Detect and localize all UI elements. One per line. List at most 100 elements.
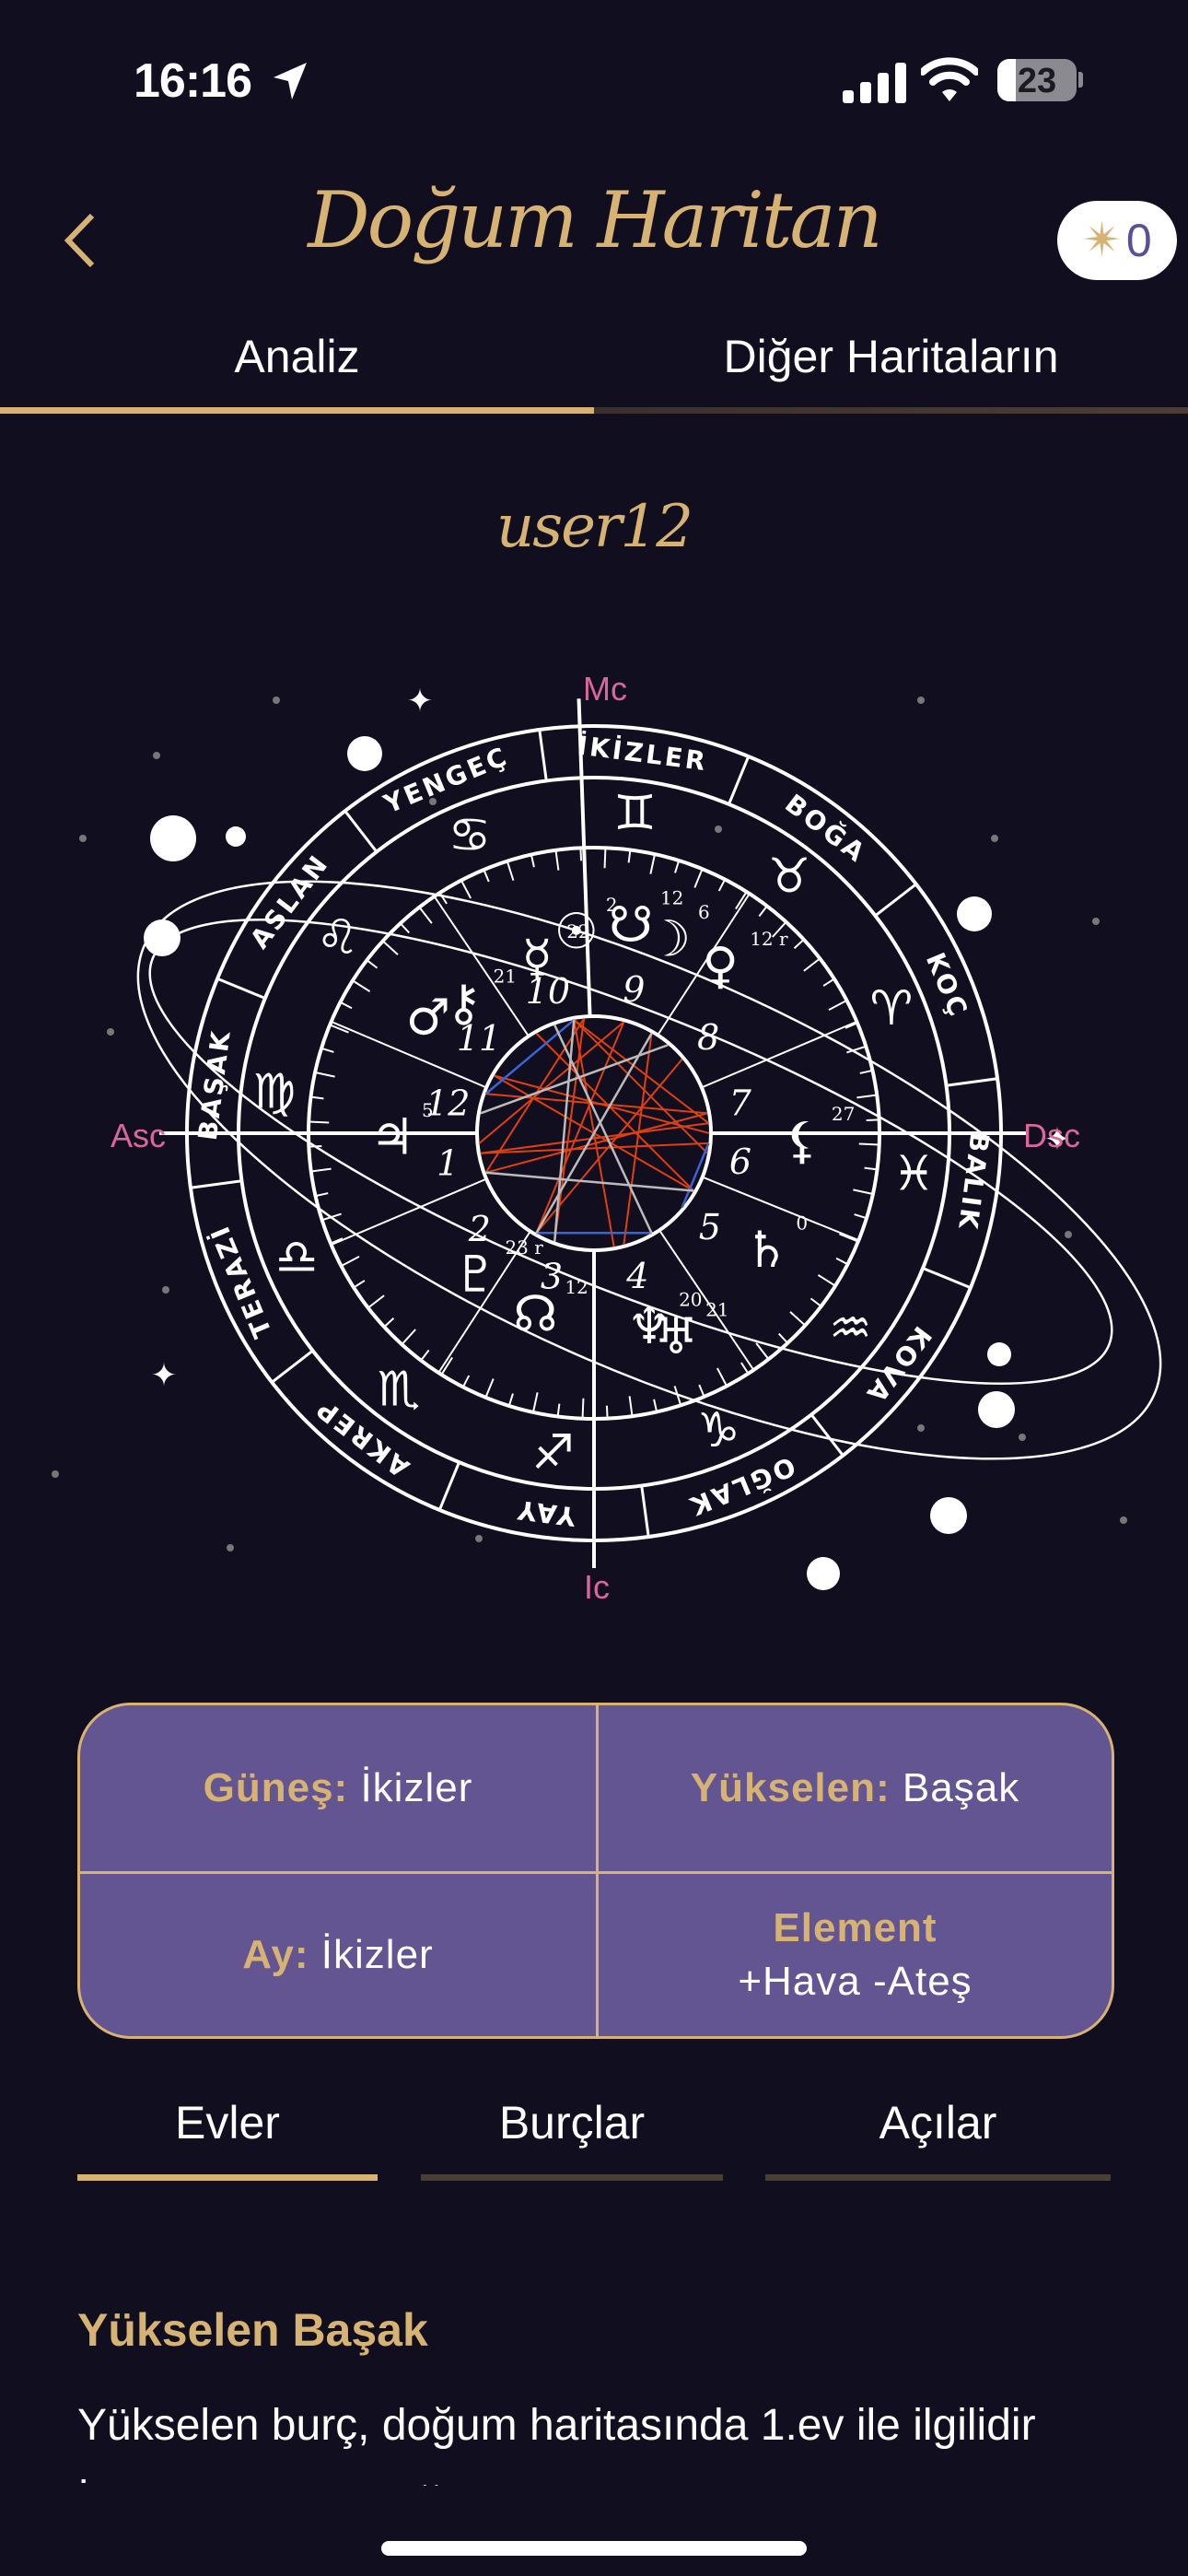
sign-glyph-icon: ♊ <box>613 786 657 841</box>
degree-tick <box>382 940 399 955</box>
planet-glyph-icon: ☊ <box>513 1284 557 1342</box>
sign-divider <box>640 1485 650 1538</box>
tab-burclar[interactable]: Burçlar <box>421 2096 723 2149</box>
degree-tick <box>367 1294 385 1309</box>
degree-tick <box>340 1001 353 1010</box>
sub-tab-indicator-active <box>77 2174 378 2181</box>
degree-tick <box>755 1342 770 1360</box>
sun-value: İkizler <box>360 1764 473 1810</box>
planet-glyph-icon: ♀ <box>702 936 739 994</box>
sign-glyph-icon: ♓ <box>892 1146 936 1201</box>
planet-glyph-icon: ⚷ <box>446 974 483 1032</box>
degree-tick <box>581 1398 585 1419</box>
degree-tick <box>531 1392 539 1413</box>
background-star <box>79 835 87 842</box>
degree-tick <box>310 1095 324 1100</box>
degree-tick <box>789 1311 806 1327</box>
tab-indicator-inactive <box>594 407 1188 414</box>
degree-tick <box>693 868 704 888</box>
orbit-planet <box>978 1391 1015 1428</box>
sign-glyph-icon: ♒ <box>829 1301 872 1356</box>
house-number: 6 <box>729 1142 751 1182</box>
sign-glyph-icon: ♈ <box>870 981 914 1036</box>
degree-tick <box>314 1071 335 1078</box>
degree-tick <box>341 1255 360 1267</box>
degree-tick <box>822 978 835 987</box>
sign-divider <box>922 1267 972 1290</box>
degree-tick <box>758 905 768 918</box>
degree-tick <box>778 1332 788 1344</box>
degree-tick <box>854 1213 868 1220</box>
orbit-planet <box>144 919 181 956</box>
degree-tick <box>507 1393 514 1407</box>
username: user12 <box>496 493 693 561</box>
home-indicator[interactable] <box>381 2541 807 2556</box>
sign-glyph-icon: ♌ <box>316 910 359 966</box>
house-number: 5 <box>699 1207 721 1247</box>
battery-tip <box>1078 72 1083 88</box>
degree-tick <box>484 1378 495 1399</box>
moon-sign-cell: Ay: İkizler <box>80 1870 596 2037</box>
moon-value: İkizler <box>320 1931 434 1977</box>
degree-tick <box>717 879 727 892</box>
house-number: 2 <box>468 1209 491 1249</box>
degree-tick <box>809 1297 822 1307</box>
degree-tick <box>793 939 805 949</box>
credits-badge[interactable]: ✴ 0 <box>1057 201 1177 280</box>
sub-tab-indicator <box>765 2174 1111 2181</box>
orbit-planet <box>150 815 196 861</box>
section-text: Yükselen burç, doğum haritasında 1.ev il… <box>77 2401 1036 2486</box>
angle-label-asc: Asc <box>111 1117 166 1154</box>
moon-label: Ay: <box>242 1931 309 1977</box>
planet-degree: 21 <box>494 966 517 988</box>
rising-label: Yükselen: <box>690 1764 891 1810</box>
planet-degree: 12 r <box>750 928 788 950</box>
background-star <box>715 825 722 833</box>
degree-tick <box>309 1144 322 1148</box>
sign-divider <box>538 729 548 781</box>
degree-tick <box>320 1047 334 1053</box>
orbit-planet <box>807 1557 840 1590</box>
sub-tab-indicator <box>421 2174 723 2181</box>
degree-tick <box>400 922 410 934</box>
sign-label: YAY <box>513 1494 578 1532</box>
rising-value: Başak <box>902 1764 1020 1810</box>
sign-divider <box>728 755 751 805</box>
aspect-line <box>485 1171 694 1192</box>
planet-degree: 21 <box>705 1299 728 1321</box>
house-cusp <box>331 1177 487 1247</box>
planet-degree: 27 <box>832 1103 855 1125</box>
background-star <box>475 1535 483 1542</box>
planet-glyph-icon: ♅ <box>654 1307 698 1365</box>
element-cell: Element +Hava -Ateş <box>596 1870 1112 2036</box>
orbit-planet <box>987 1342 1011 1366</box>
tab-diger-haritalarin[interactable]: Diğer Haritaların <box>594 330 1188 383</box>
tab-analiz[interactable]: Analiz <box>0 330 594 383</box>
degree-tick <box>856 1094 878 1099</box>
degree-tick <box>401 1329 416 1345</box>
degree-tick <box>853 1188 874 1196</box>
tab-evler[interactable]: Evler <box>77 2096 378 2149</box>
background-star <box>273 697 280 704</box>
aspect-line <box>553 1019 576 1242</box>
degree-tick <box>506 861 515 881</box>
degree-tick <box>828 1000 847 1012</box>
orbit-ring <box>136 880 1162 1460</box>
planet-glyph-icon: ♇ <box>453 1246 497 1304</box>
sign-divider <box>874 883 917 918</box>
sign-divider <box>437 1461 460 1511</box>
background-star <box>107 1028 114 1036</box>
degree-tick <box>858 1142 879 1146</box>
degree-tick <box>366 959 379 969</box>
sparkle-icon: ✦ <box>151 1358 178 1393</box>
degree-tick <box>603 848 607 869</box>
tab-acilar[interactable]: Açılar <box>765 2096 1111 2149</box>
degree-tick <box>554 849 560 871</box>
degree-tick <box>460 880 472 899</box>
element-label: Element <box>773 1904 938 1950</box>
status-time: 16:16 <box>134 54 252 108</box>
degree-tick <box>309 1120 330 1124</box>
planet-glyph-icon: ⚸ <box>784 1111 821 1169</box>
sign-divider <box>190 1179 242 1189</box>
degree-tick <box>420 1349 430 1362</box>
